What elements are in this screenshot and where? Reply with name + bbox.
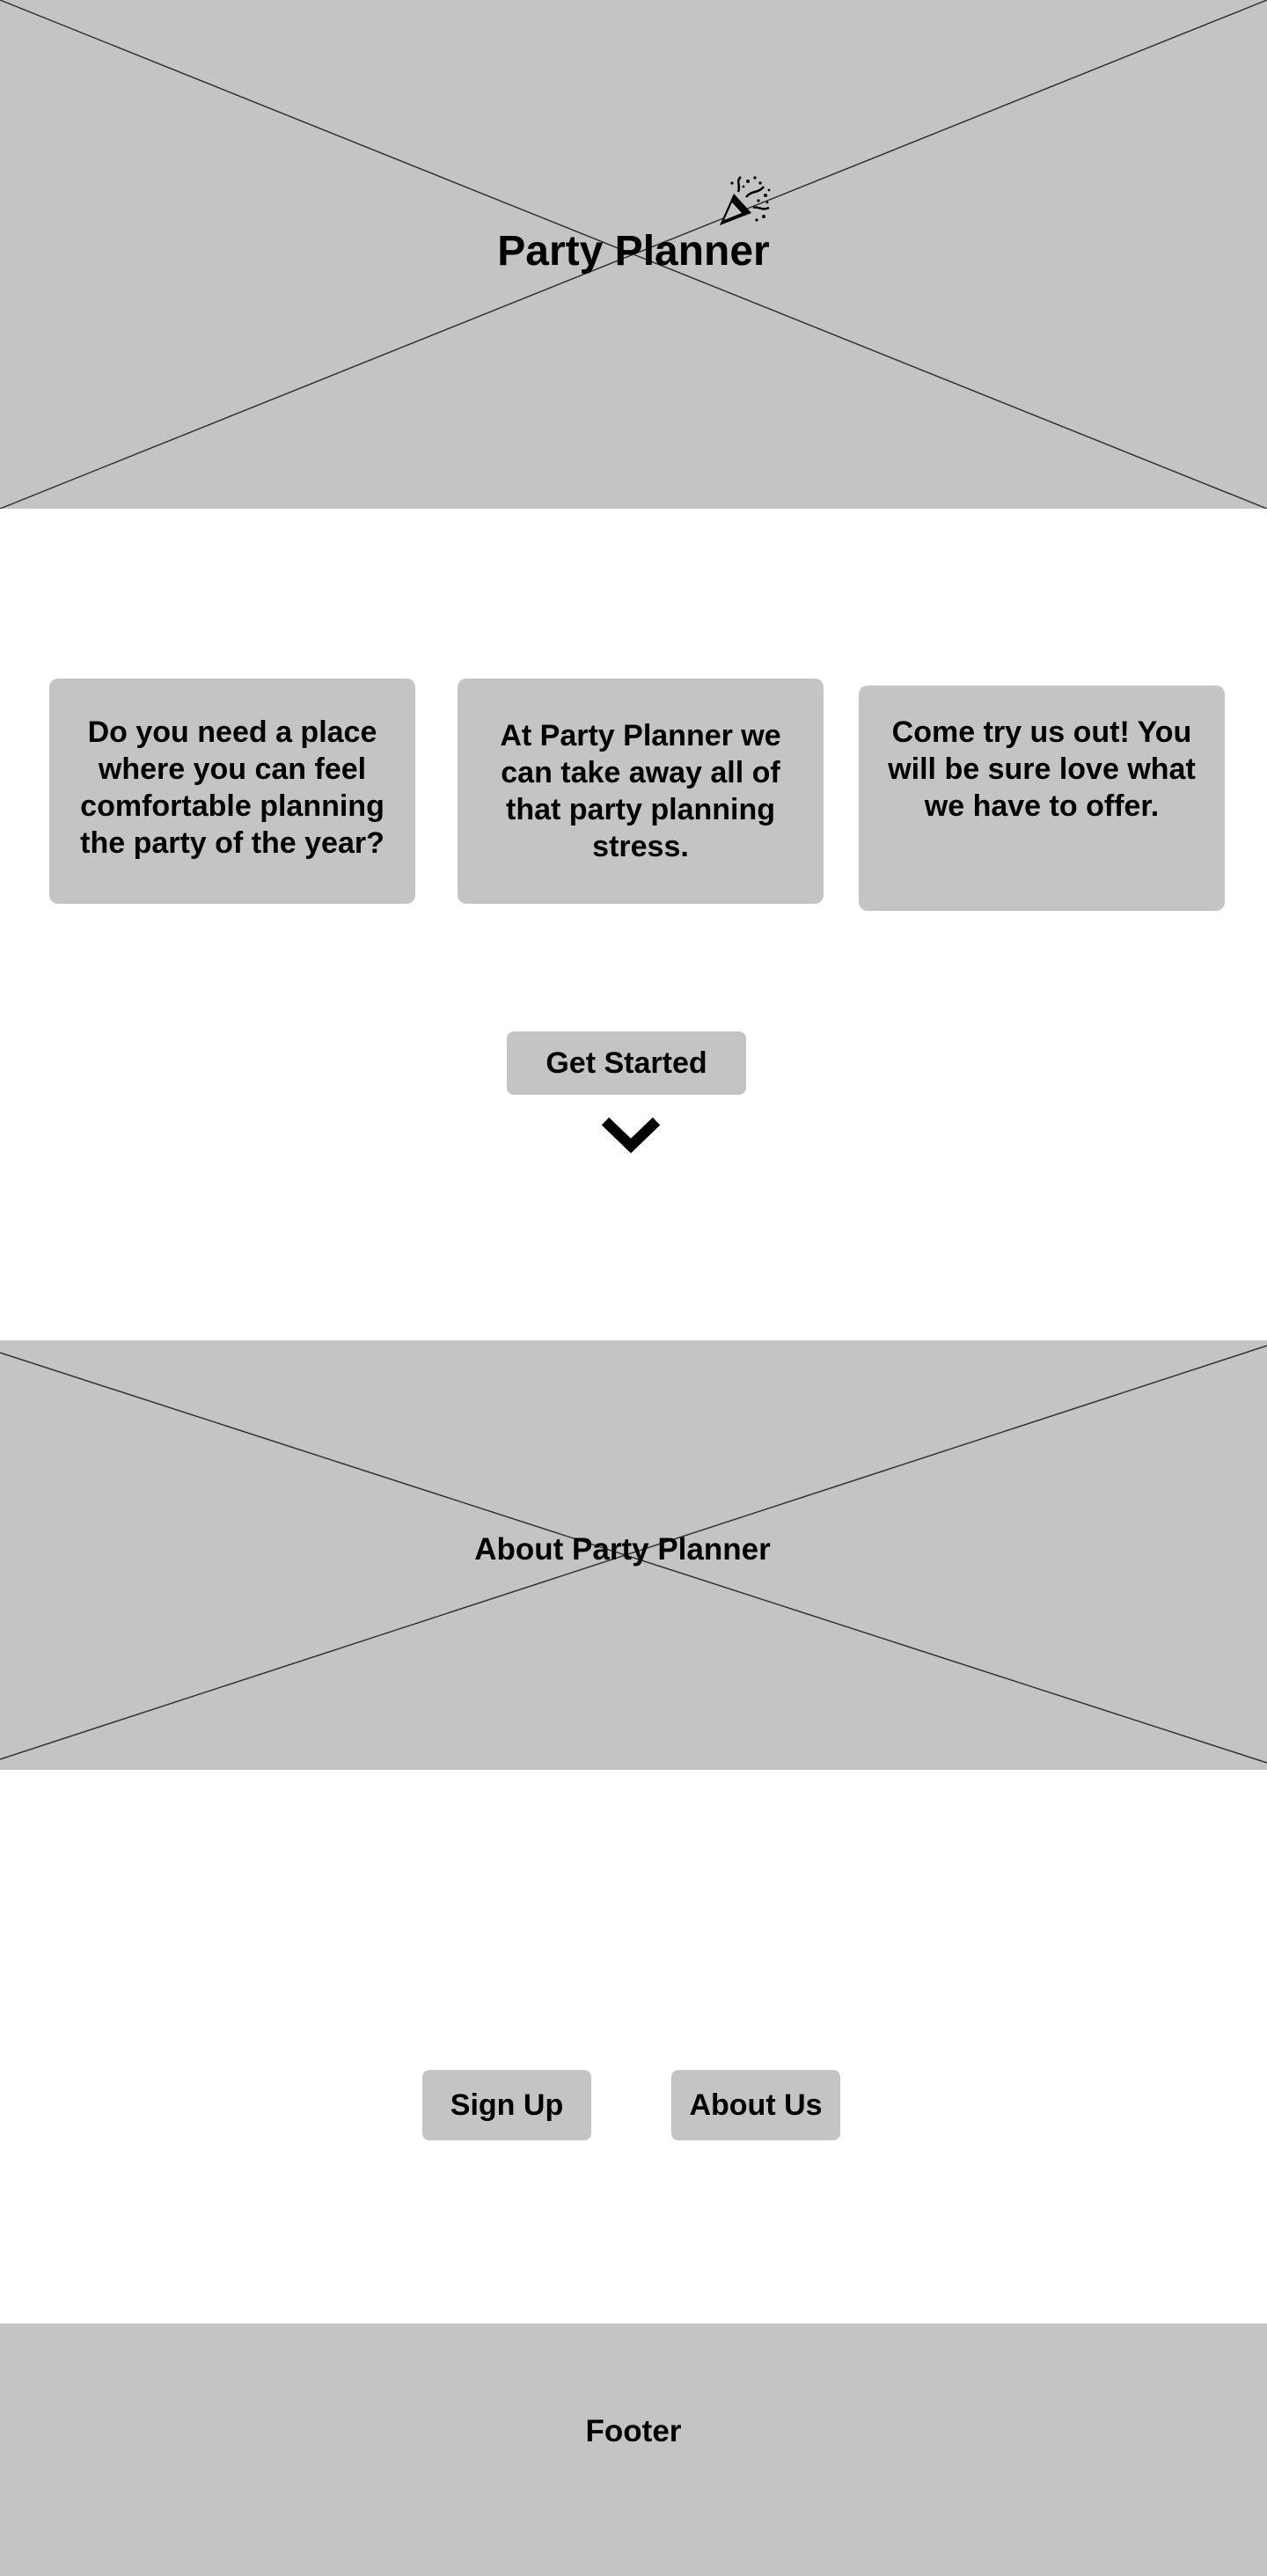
info-card-try-us-out: Come try us out! You will be sure love w…	[859, 686, 1225, 911]
chevron-down-icon[interactable]	[600, 1114, 662, 1156]
footer-label: Footer	[585, 2414, 682, 2448]
footer: Footer	[0, 2323, 1267, 2576]
page-title: Party Planner	[497, 228, 770, 275]
info-card-take-away-stress: At Party Planner we can take away all of…	[458, 679, 824, 904]
about-us-button[interactable]: About Us	[671, 2070, 840, 2140]
about-heading: About Party Planner	[474, 1532, 771, 1567]
hero-image-placeholder: Party Planner	[0, 0, 1267, 509]
get-started-button[interactable]: Get Started	[507, 1031, 746, 1095]
info-card-need-place: Do you need a place where you can feel c…	[49, 679, 415, 904]
about-image-placeholder: About Party Planner	[0, 1340, 1267, 1770]
sign-up-button[interactable]: Sign Up	[422, 2070, 591, 2140]
